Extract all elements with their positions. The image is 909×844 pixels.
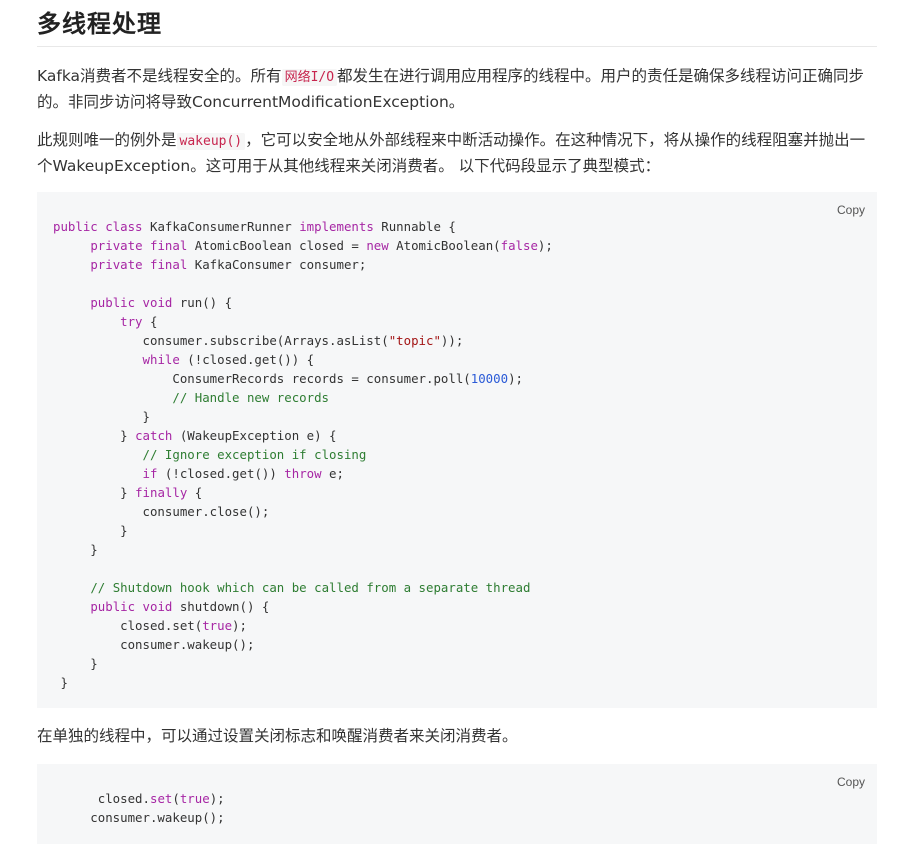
code-block-runner: Copy public class KafkaConsumerRunner im… — [37, 192, 877, 708]
code-block-close: Copy closed.set(true); consumer.wakeup()… — [37, 764, 877, 844]
code-line: private final KafkaConsumer consumer; — [90, 257, 367, 272]
code-line: try { — [120, 314, 158, 329]
paragraph-wakeup-exception: 此规则唯一的例外是 wakeup() ，它可以安全地从外部线程来中断活动操作。在这种… — [37, 128, 877, 178]
code-line: public void run() { — [90, 295, 233, 310]
heading-divider — [37, 46, 877, 47]
paragraph-text: 此规则唯一的例外是 — [37, 131, 177, 149]
code-lines: public class KafkaConsumerRunner impleme… — [53, 217, 553, 692]
code-line: if (!closed.get()) throw e; — [142, 466, 344, 481]
doc-page: 多线程处理 Kafka消费者不是线程安全的。所有 网络I/O 都发生在进行调用应用程… — [0, 0, 909, 844]
inline-code: 网络I/O — [281, 69, 338, 86]
paragraph-text: Kafka消费者不是线程安全的。所有 — [37, 67, 282, 85]
code-line: // Ignore exception if closing — [142, 447, 367, 462]
code-line: } — [53, 523, 128, 538]
code-line: } catch (WakeupException e) { — [53, 428, 337, 443]
code-line: } — [53, 675, 68, 690]
code-line: ConsumerRecords records = consumer.poll(… — [53, 371, 523, 386]
code-line: } — [53, 409, 150, 424]
code-line: } finally { — [53, 485, 203, 500]
code-line: private final AtomicBoolean closed = new… — [90, 238, 553, 253]
paragraph-close-consumer: 在单独的线程中，可以通过设置关闭标志和唤醒消费者来关闭消费者。 — [37, 727, 518, 745]
code-line: // Shutdown hook which can be called fro… — [90, 580, 531, 595]
code-line: public void shutdown() { — [90, 599, 270, 614]
code-line: consumer.subscribe(Arrays.asList("topic"… — [53, 333, 464, 348]
code-lines: closed.set(true); consumer.wakeup(); — [53, 789, 225, 827]
code-line: while (!closed.get()) { — [142, 352, 315, 367]
copy-button[interactable]: Copy — [837, 775, 865, 789]
code-line: // Handle new records — [172, 390, 330, 405]
code-line: } — [53, 542, 98, 557]
code-line: closed.set(true); — [53, 791, 225, 806]
code-line: closed.set(true); — [53, 618, 247, 633]
code-line: consumer.wakeup(); — [53, 810, 225, 825]
code-line: } — [53, 656, 98, 671]
copy-button[interactable]: Copy — [837, 203, 865, 217]
inline-code: wakeup() — [176, 133, 246, 150]
code-line: consumer.wakeup(); — [53, 637, 255, 652]
code-line: consumer.close(); — [53, 504, 270, 519]
paragraph-thread-safety: Kafka消费者不是线程安全的。所有 网络I/O 都发生在进行调用应用程序的线程中。… — [37, 64, 877, 114]
section-heading: 多线程处理 — [37, 10, 162, 38]
code-line: public class KafkaConsumerRunner impleme… — [53, 219, 456, 234]
